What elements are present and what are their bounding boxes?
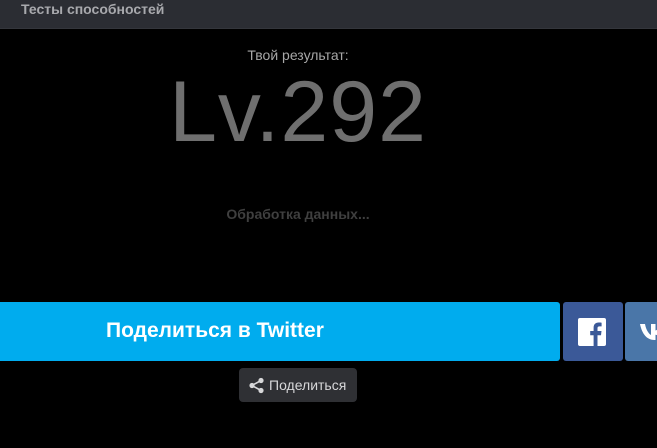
share-twitter-label: Поделиться в Twitter — [106, 319, 324, 342]
share-vk-button[interactable] — [625, 302, 657, 361]
top-bar: Тесты способностей — [0, 0, 657, 29]
share-facebook-button[interactable] — [563, 302, 623, 361]
share-twitter-button[interactable]: Поделиться в Twitter — [0, 302, 560, 361]
facebook-icon — [578, 318, 606, 346]
page-title: Тесты способностей — [21, 1, 165, 17]
vk-icon — [640, 324, 657, 340]
result-value: Lv.292 — [169, 64, 427, 160]
share-button[interactable]: Поделиться — [239, 368, 357, 402]
share-icon — [249, 377, 264, 394]
share-button-label: Поделиться — [269, 377, 347, 393]
page: Тесты способностей Твой результат: Lv.29… — [0, 0, 657, 448]
processing-status: Обработка данных... — [226, 206, 370, 222]
result-label: Твой результат: — [247, 47, 349, 63]
